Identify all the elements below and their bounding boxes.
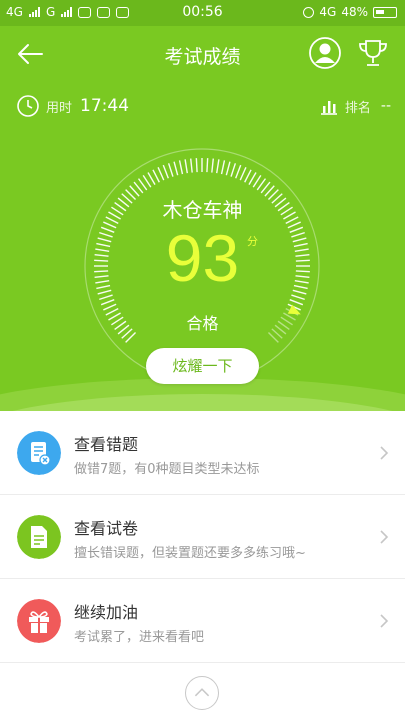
scroll-up-button[interactable] [185,676,219,710]
page-title: 考试成绩 [164,46,241,68]
gauge-tick [225,161,231,176]
gauge-tick [162,164,169,179]
gauge-tick [190,158,193,173]
status-bar: 4G G 00:56 4G 48% [0,0,405,26]
user-profile-icon[interactable] [308,36,342,70]
result-header: 考试成绩 用时 17:44 排名 -- 木仓车神 93 分 合格 炫耀一下 [0,26,405,411]
gauge-tick [248,172,257,185]
action-list: 查看错题 做错7题，有0种题目类型未达标 查看试卷 擅长错误题，但装置题还要多多… [0,411,405,663]
gauge-tick [142,175,152,188]
time-used: 用时 17:44 [16,94,129,118]
gauge-tick [157,167,165,181]
rank-value: -- [380,98,391,114]
top-bar: 考试成绩 [0,26,405,82]
gauge-tick [178,160,184,175]
item-subtitle: 做错7题，有0种题目类型未达标 [74,462,260,477]
wrong-questions-icon [17,431,61,475]
gift-icon [17,599,61,643]
chevron-right-icon [380,530,389,544]
gauge-tick [167,163,174,177]
gauge-tick [100,299,115,306]
alarm-icon [303,6,315,18]
item-title: 查看试卷 [74,519,139,538]
score-value: 93 [165,221,240,295]
list-item-paper[interactable]: 查看试卷 擅长错误题，但装置题还要多多练习哦~ [0,495,405,579]
gauge-tick [289,299,304,306]
gauge-tick [216,159,220,174]
item-subtitle: 擅长错误题，但装置题还要多多练习哦~ [74,546,306,561]
battery-icon [373,6,397,18]
gauge-tick [195,158,198,173]
chevron-right-icon [380,614,389,628]
rank-label: 排名 [344,100,371,116]
score-unit: 分 [247,235,258,248]
time-value: 17:44 [80,96,130,116]
item-title: 继续加油 [74,603,139,622]
item-title: 查看错题 [74,435,139,454]
item-subtitle: 考试累了，进来看看吧 [74,630,205,645]
paper-icon [17,515,61,559]
clock-icon [17,95,39,117]
chevron-up-icon [194,688,210,697]
trophy-icon[interactable] [356,36,390,70]
rank: 排名 -- [319,96,391,116]
chevron-right-icon [380,446,389,460]
pass-status: 合格 [186,314,219,333]
network-type-3: 4G [319,5,337,19]
gauge-tick [235,164,242,179]
gauge-tick [230,163,237,177]
gauge-tick [220,160,226,175]
gauge-tick [244,169,252,183]
gauge-tick [252,175,262,188]
gauge-tick [211,158,214,173]
list-item-keep-going[interactable]: 继续加油 考试累了，进来看看吧 [0,579,405,663]
status-right: 4G 48% [303,5,397,19]
gauge-tick [173,161,179,176]
gauge-tick [239,167,247,181]
share-button[interactable]: 炫耀一下 [146,348,259,384]
bar-chart-icon [320,101,337,115]
gauge-tick [152,169,160,183]
battery-percent: 48% [341,5,368,19]
gauge-tick [184,159,188,174]
gauge-tick [147,172,156,185]
gauge-tick [206,158,209,173]
list-item-wrong-questions[interactable]: 查看错题 做错7题，有0种题目类型未达标 [0,411,405,495]
time-label: 用时 [46,100,73,116]
